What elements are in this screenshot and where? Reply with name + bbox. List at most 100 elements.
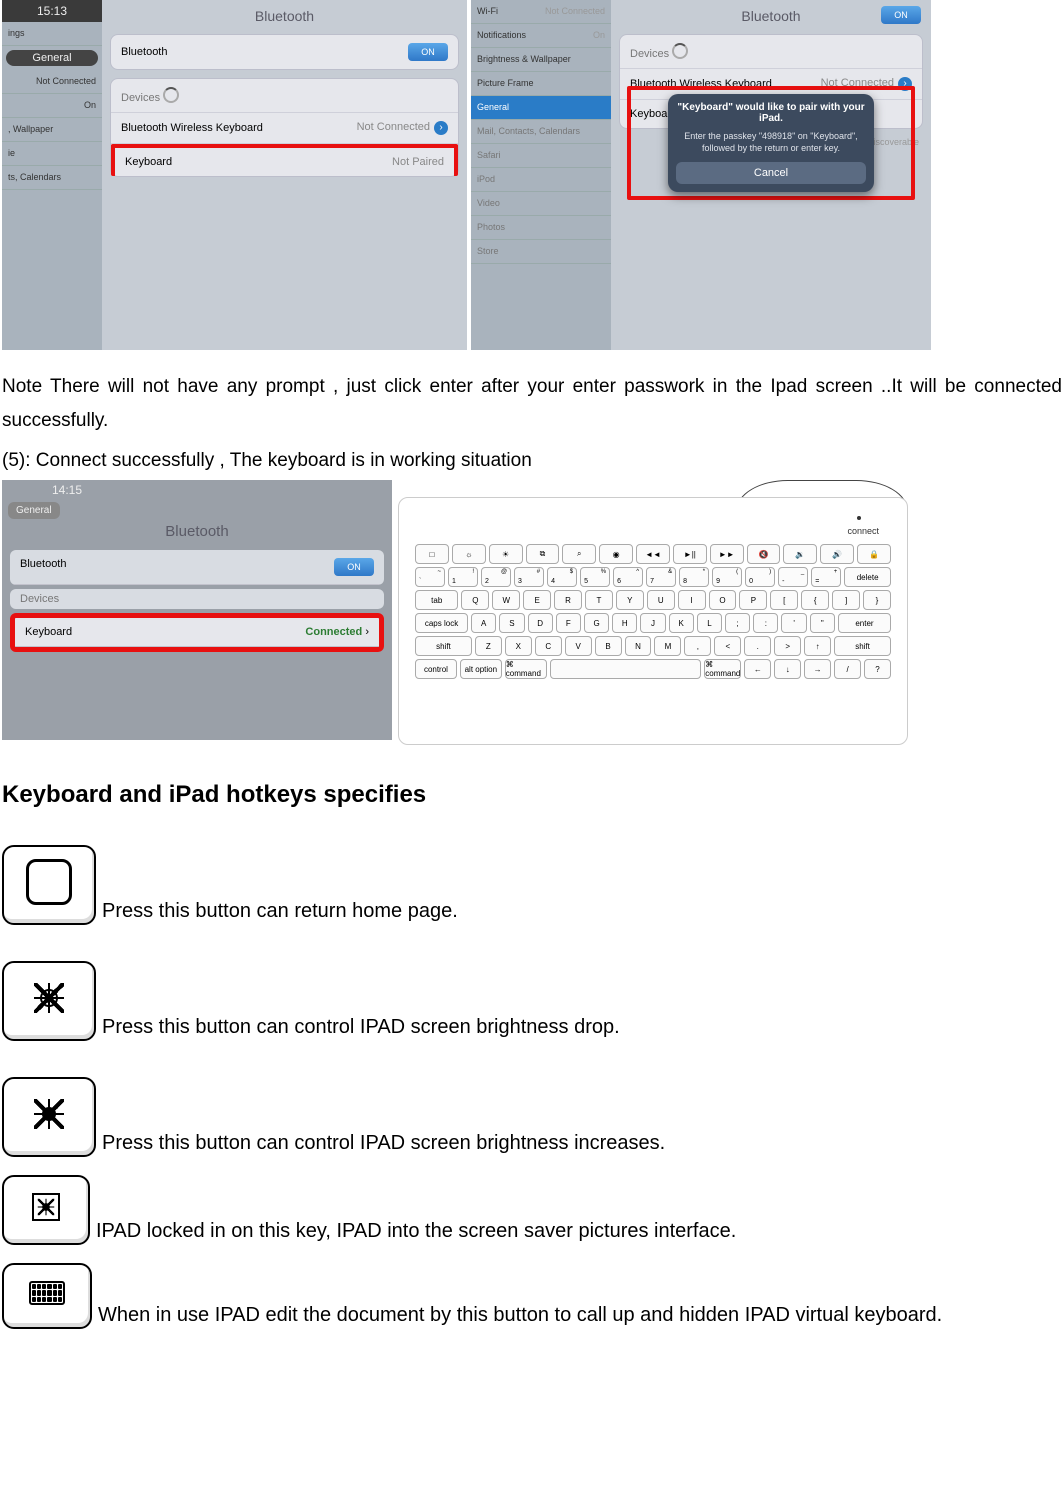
kb-key: R [554, 590, 582, 610]
picture-frame-key-icon [2, 1175, 90, 1245]
connect-label: connect [847, 526, 879, 536]
kb-key: ~` [415, 567, 445, 587]
keyboard-body: connect □☼☀⧉⌕◉◄◄►||►►🔇🔉🔊🔒 ~`!1@2#3$4%5^6… [398, 497, 908, 745]
spinner-icon [163, 87, 179, 103]
connected-status: Connected [305, 626, 362, 638]
kb-a-row: caps lockASDFGHJKL;:'"enter [415, 613, 891, 633]
row-keyboard-connected: Keyboard Connected › [15, 618, 379, 647]
screenshots-row-connected: 14:15 General Bluetooth Bluetooth ON Dev… [0, 478, 1064, 745]
spinner-icon [672, 43, 688, 59]
kb-key: ☀ [489, 544, 523, 564]
kb-key: 🔒 [857, 544, 891, 564]
screenshots-row-top: 15:13 ings General Not Connected On , Wa… [0, 0, 1064, 350]
kb-key: O [709, 590, 737, 610]
kb-key: enter [838, 613, 891, 633]
hotkey-pf-text: IPAD locked in on this key, IPAD into th… [96, 1217, 736, 1245]
row-bluetooth-label: Bluetooth [121, 46, 167, 58]
sb-wifi: Wi-FiNot Connected [471, 0, 611, 24]
kb-key: _- [778, 567, 808, 587]
hotkey-brightness-up: Press this button can control IPAD scree… [0, 1049, 1064, 1165]
bluetooth-switch-on: ON [408, 43, 448, 61]
page-title-2: Bluetooth [619, 4, 923, 34]
kb-key: ⌕ [562, 544, 596, 564]
kb-key: *8 [679, 567, 709, 587]
kb-key: G [584, 613, 609, 633]
kb-key: " [810, 613, 835, 633]
kb-key: J [640, 613, 665, 633]
dialog-message: Enter the passkey "498918" on "Keyboard"… [676, 130, 866, 154]
kb-key [550, 659, 702, 679]
kb-key: L [697, 613, 722, 633]
kb-key: 🔉 [783, 544, 817, 564]
screenshot-bluetooth-notpaired: 15:13 ings General Not Connected On , Wa… [2, 0, 467, 350]
keyboard-status: Not Paired [392, 156, 444, 168]
kb-key: Y [616, 590, 644, 610]
kb-key: , [684, 636, 711, 656]
kb-key: { [801, 590, 829, 610]
kb-key: ►► [710, 544, 744, 564]
kb-z-row: shiftZXCVBNM,<.>↑shift [415, 636, 891, 656]
kb-key: C [535, 636, 562, 656]
brightness-up-icon [42, 1107, 56, 1121]
kb-num-row: ~`!1@2#3$4%5^6&7*8(9)0_-+=delete [415, 567, 891, 587]
sidebar-item-on: On [2, 94, 102, 118]
kb-key: □ [415, 544, 449, 564]
kb-key: 🔇 [747, 544, 781, 564]
sidebar-item-wallpaper: , Wallpaper [2, 118, 102, 142]
kb-key: ↑ [804, 636, 831, 656]
kb-key: delete [844, 567, 891, 587]
kb-key: X [505, 636, 532, 656]
kb-key: ⧉ [526, 544, 560, 564]
hotkey-virtual-keyboard: When in use IPAD edit the document by th… [0, 1253, 1064, 1337]
kb-fn-row: □☼☀⧉⌕◉◄◄►||►►🔇🔉🔊🔒 [415, 544, 891, 564]
kb-key: / [834, 659, 861, 679]
home-key-icon [2, 845, 96, 925]
sb-photos: Photos [471, 216, 611, 240]
kb-key: > [774, 636, 801, 656]
page-title: Bluetooth [110, 4, 459, 34]
kb-key: Q [461, 590, 489, 610]
picture-frame-icon [32, 1193, 60, 1221]
kb-key: T [585, 590, 613, 610]
status-bar-time: 15:13 [2, 0, 102, 22]
brightness-down-icon [40, 989, 58, 1007]
kb-key: ; [725, 613, 750, 633]
kb-key: ' [781, 613, 806, 633]
sb-safari: Safari [471, 144, 611, 168]
row-bluetooth: Bluetooth ON [111, 35, 458, 69]
kb-key: I [678, 590, 706, 610]
kb-key: ? [864, 659, 891, 679]
note-text: Note There will not have any prompt , ju… [0, 350, 1064, 438]
back-button-general: General [8, 502, 60, 519]
row-bwk: Bluetooth Wireless Keyboard Not Connecte… [111, 113, 458, 144]
sb-brightness: Brightness & Wallpaper [471, 48, 611, 72]
row-devices-2: Devices [620, 35, 922, 69]
row-devices: Devices [111, 79, 458, 113]
sb-pictureframe: Picture Frame [471, 72, 611, 96]
kb-key: N [625, 636, 652, 656]
kb-sp-row: controlalt option⌘ command⌘ command←↓→/? [415, 659, 891, 679]
kb-key: } [863, 590, 891, 610]
sidebar-item-trunc2: ie [2, 142, 102, 166]
kb-key: H [612, 613, 637, 633]
kb-key: E [523, 590, 551, 610]
kb-key: ◄◄ [636, 544, 670, 564]
kb-key: caps lock [415, 613, 468, 633]
kb-key: %5 [580, 567, 610, 587]
kb-key: !1 [448, 567, 478, 587]
pairing-dialog: "Keyboard" would like to pair with your … [668, 94, 874, 192]
kb-key: ◉ [599, 544, 633, 564]
hotkey-bup-text: Press this button can control IPAD scree… [102, 1129, 665, 1157]
kb-key: alt option [460, 659, 502, 679]
dialog-cancel-button: Cancel [676, 162, 866, 184]
kb-key: S [499, 613, 524, 633]
kb-key: )0 [745, 567, 775, 587]
devices-label: Devices [121, 92, 160, 104]
virtual-keyboard-icon [29, 1281, 65, 1305]
connect-button-dot [857, 516, 861, 520]
kb-key: V [565, 636, 592, 656]
kb-key: @2 [481, 567, 511, 587]
keyboard-label: Keyboard [125, 156, 172, 168]
page-title-3: Bluetooth [2, 497, 392, 546]
kb-key: : [753, 613, 778, 633]
